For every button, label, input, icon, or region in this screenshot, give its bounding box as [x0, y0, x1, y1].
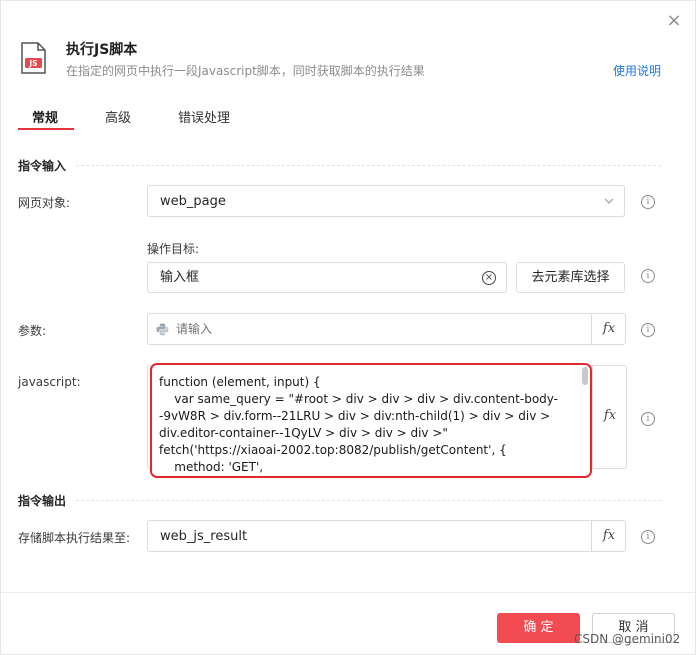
close-icon[interactable]: × — [665, 12, 683, 30]
code-line: div.editor-container--1QyLV > div > div … — [159, 426, 448, 440]
target-input[interactable]: 输入框 × — [147, 262, 507, 293]
web-page-select[interactable]: web_page — [147, 185, 625, 217]
javascript-label: javascript: — [18, 375, 81, 389]
params-input[interactable] — [176, 318, 586, 340]
fx-button[interactable]: fx — [592, 521, 626, 551]
js-file-icon: JS — [20, 42, 47, 74]
watermark: CSDN @gemini02 — [574, 632, 681, 646]
tab-advanced[interactable]: 高级 — [105, 107, 131, 126]
confirm-button[interactable]: 确 定 — [497, 613, 580, 643]
result-value: web_js_result — [160, 529, 248, 544]
clear-icon[interactable]: × — [482, 271, 496, 285]
file-badge-text: JS — [28, 59, 37, 68]
section-divider — [76, 165, 661, 166]
fx-button[interactable]: fx — [593, 406, 627, 426]
info-icon[interactable]: i — [641, 195, 655, 209]
target-label: 操作目标: — [147, 242, 200, 256]
tab-bar: 常规 高级 错误处理 — [1, 101, 696, 133]
code-line: fetch('https://xiaoai-2002.top:8082/publ… — [159, 443, 507, 457]
code-line: function (element, input) { — [159, 375, 321, 389]
fx-button[interactable]: fx — [592, 314, 626, 344]
dialog-subtitle: 在指定的网页中执行一段Javascript脚本，同时获取脚本的执行结果 — [66, 64, 425, 78]
code-content: function (element, input) { var same_que… — [159, 374, 558, 476]
section-title-output: 指令输出 — [18, 494, 67, 508]
web-page-value: web_page — [160, 194, 226, 209]
section-divider — [76, 500, 661, 501]
code-line: var same_query = "#root > div > div > di… — [159, 392, 558, 406]
target-value: 输入框 — [160, 270, 200, 285]
web-page-label: 网页对象: — [18, 196, 71, 210]
section-title-input: 指令输入 — [18, 159, 67, 173]
info-icon[interactable]: i — [641, 269, 655, 283]
info-icon[interactable]: i — [641, 323, 655, 337]
footer-divider — [1, 592, 696, 593]
help-link[interactable]: 使用说明 — [613, 62, 661, 79]
tab-general[interactable]: 常规 — [32, 107, 58, 126]
params-label: 参数: — [18, 324, 47, 338]
info-icon[interactable]: i — [641, 530, 655, 544]
tab-error-handling[interactable]: 错误处理 — [178, 107, 230, 126]
code-scrollbar[interactable] — [582, 367, 588, 385]
code-line: -9vW8R > div.form--21LRU > div > div:nth… — [159, 409, 551, 423]
chevron-down-icon — [604, 198, 614, 204]
javascript-code-editor[interactable]: function (element, input) { var same_que… — [150, 363, 592, 478]
result-field[interactable]: web_js_result fx — [147, 520, 626, 552]
dialog-title: 执行JS脚本 — [66, 42, 138, 58]
code-line: method: 'GET', — [159, 460, 264, 474]
element-library-button[interactable]: 去元素库选择 — [516, 262, 625, 293]
active-tab-indicator — [18, 128, 74, 130]
python-icon — [156, 323, 169, 336]
info-icon[interactable]: i — [641, 412, 655, 426]
params-field: fx — [147, 313, 626, 345]
js-script-dialog: × JS 执行JS脚本 在指定的网页中执行一段Javascript脚本，同时获取… — [0, 0, 696, 655]
result-label: 存储脚本执行结果至: — [18, 531, 131, 545]
